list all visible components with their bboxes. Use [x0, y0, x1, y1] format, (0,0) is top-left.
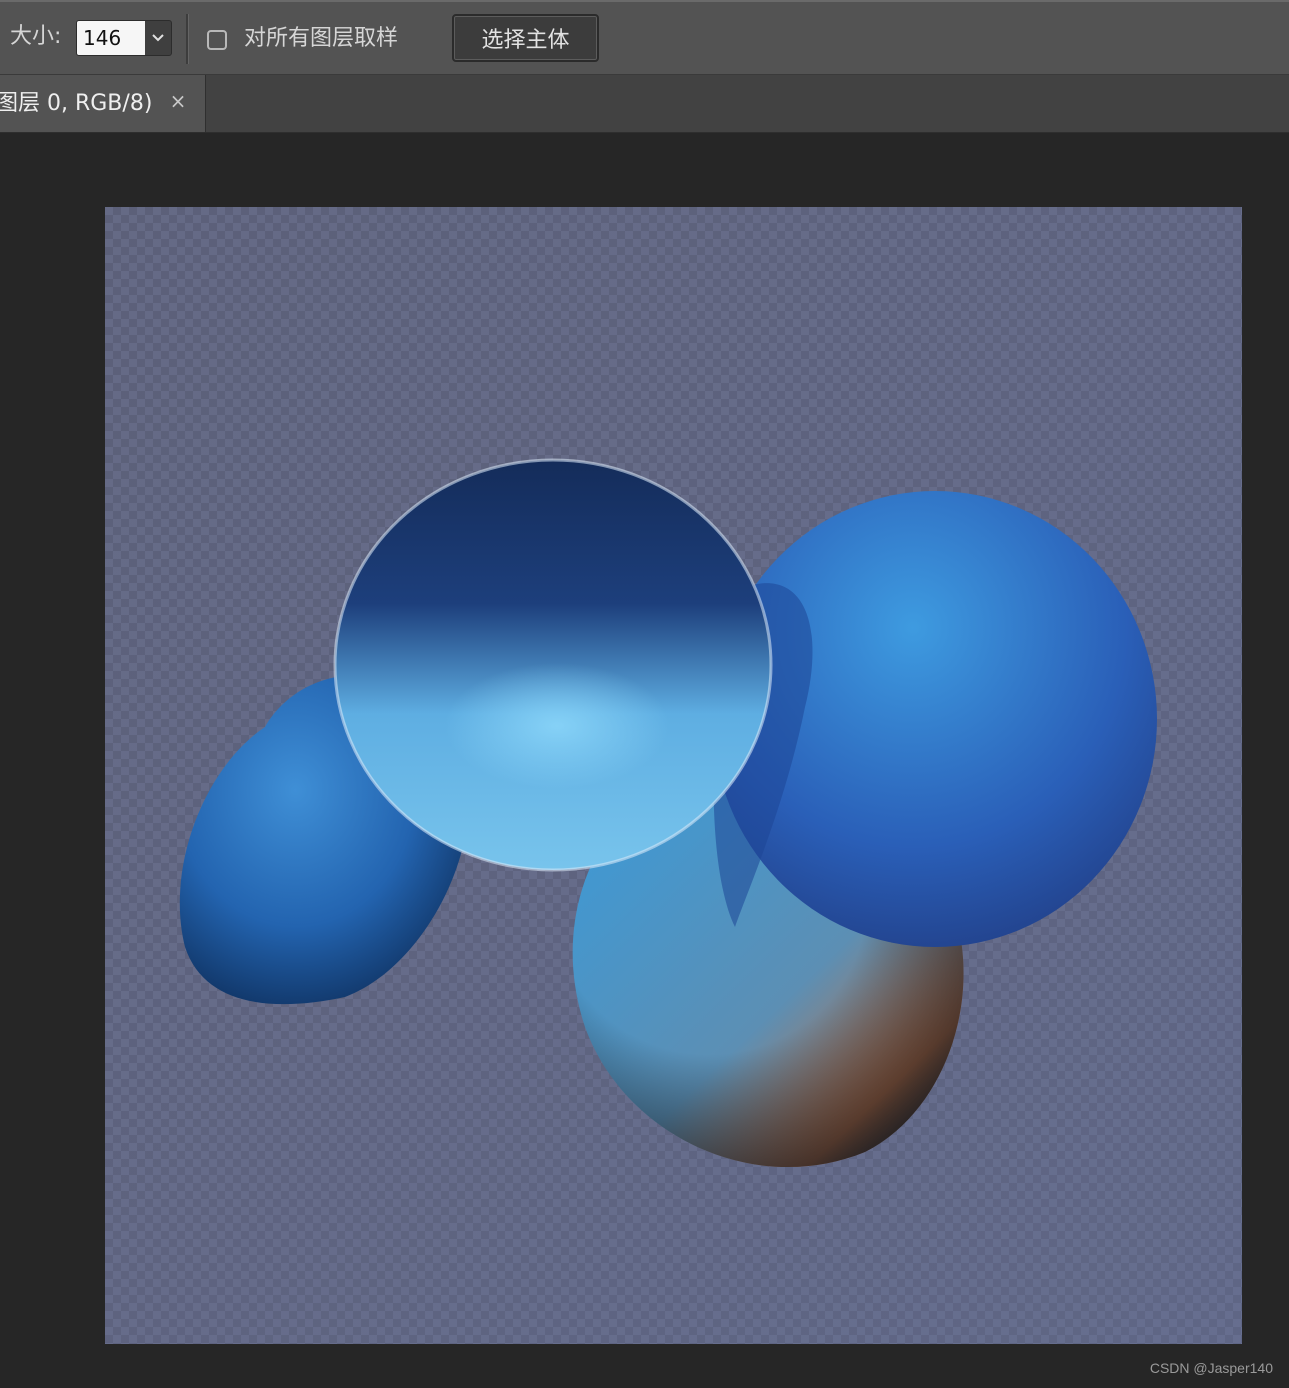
document-tab[interactable]: 图层 0, RGB/8) ×: [0, 75, 206, 132]
rendered-image: [179, 458, 1157, 1168]
sample-all-layers-label[interactable]: 对所有图层取样: [244, 24, 398, 54]
sample-all-layers-checkbox[interactable]: [207, 30, 227, 50]
document-tab-title[interactable]: 图层 0, RGB/8): [0, 89, 152, 119]
watermark: CSDN @Jasper140: [1149, 1360, 1273, 1376]
size-input[interactable]: 146: [77, 21, 145, 55]
size-combo[interactable]: 146: [76, 20, 172, 56]
close-icon[interactable]: ×: [168, 91, 188, 111]
options-bar: 大小: 146 对所有图层取样 选择主体: [0, 2, 1289, 75]
select-subject-button[interactable]: 选择主体: [452, 14, 599, 62]
size-label: 大小:: [10, 24, 62, 49]
size-dropdown-button[interactable]: [145, 21, 171, 55]
document-canvas[interactable]: [105, 207, 1242, 1344]
toolbar-divider: [186, 14, 189, 64]
document-tab-strip: 图层 0, RGB/8) ×: [0, 75, 1289, 133]
chevron-down-icon: [152, 34, 164, 42]
